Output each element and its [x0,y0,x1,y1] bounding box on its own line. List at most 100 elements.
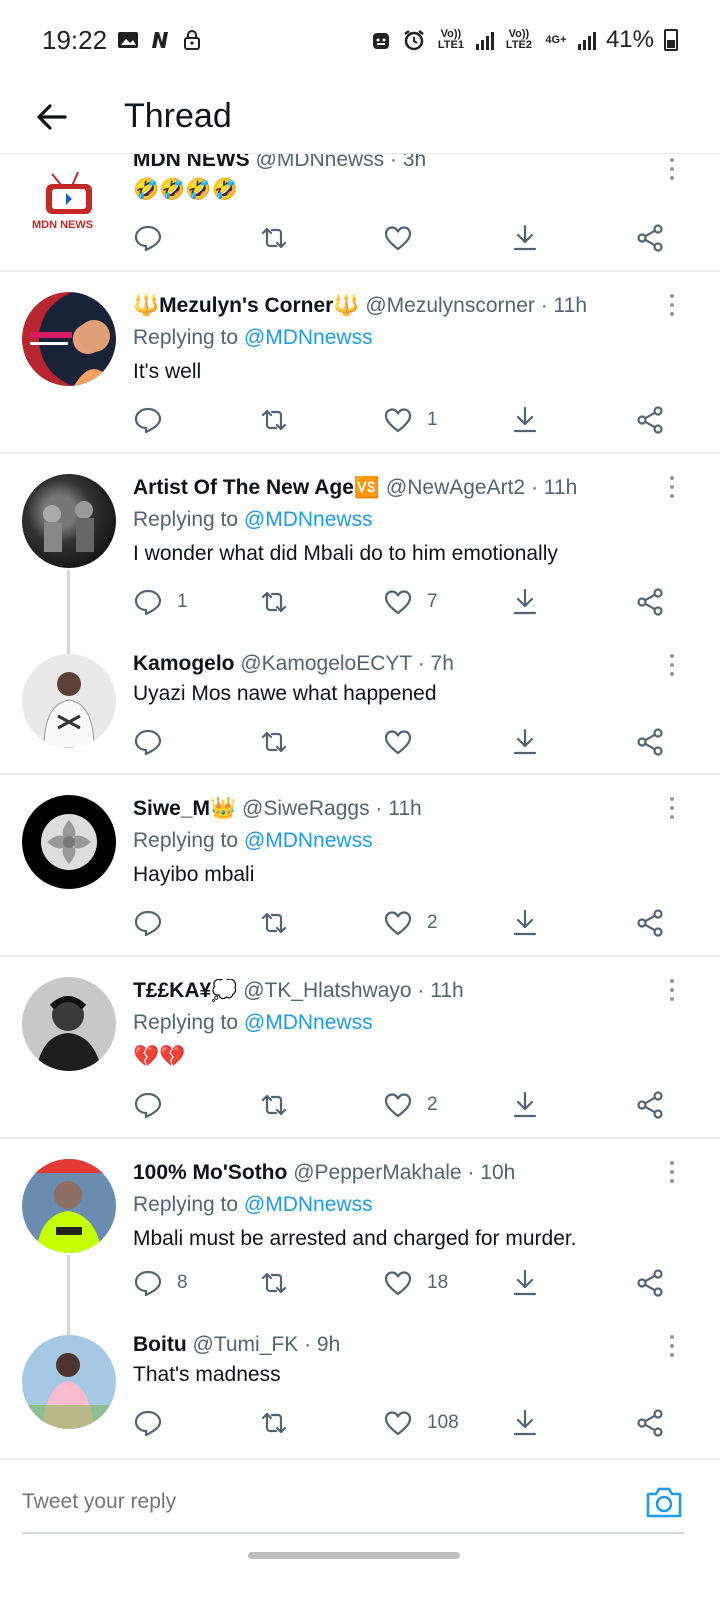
share-button[interactable] [635,400,665,440]
avatar[interactable] [22,977,116,1071]
download-button[interactable] [510,582,540,622]
download-button[interactable] [510,1403,540,1443]
status-right: Vo)) LTE1 Vo)) LTE2 4G+ 41% [370,26,678,54]
more-options-icon[interactable] [668,476,676,498]
reply-button[interactable] [133,722,177,762]
more-options-icon[interactable] [668,158,676,180]
like-button[interactable]: 7 [383,582,438,622]
share-button[interactable] [635,582,665,622]
mention-link[interactable]: @MDNnewss [244,508,373,531]
share-button[interactable] [635,1263,665,1303]
retweet-button[interactable] [259,1403,289,1443]
share-button[interactable] [635,722,665,762]
reply-button[interactable]: 1 [133,582,188,622]
like-count: 108 [427,1412,459,1433]
comment-icon [134,1092,162,1119]
display-name[interactable]: MDN NEWS [133,154,250,171]
retweet-button[interactable] [259,1263,289,1303]
retweet-icon [261,591,287,613]
back-button[interactable] [22,87,82,147]
avatar[interactable] [22,654,116,748]
mention-link[interactable]: @MDNnewss [244,829,373,852]
retweet-button[interactable] [259,218,289,258]
download-button[interactable] [510,1263,540,1303]
tweet-kamogelo[interactable]: Kamogelo @KamogeloECYT · 7h Uyazi Mos na… [0,634,720,775]
more-options-icon[interactable] [668,654,676,676]
share-button[interactable] [635,218,665,258]
handle[interactable]: @MDNnewss [256,154,385,171]
tweet-actions: 108 [133,1403,673,1443]
download-button[interactable] [510,400,540,440]
tweet-text: It's well [133,360,202,383]
like-button[interactable]: 2 [383,903,438,943]
download-button[interactable] [510,218,540,258]
retweet-button[interactable] [259,1085,289,1125]
tweet-siwe-m[interactable]: Siwe_M👑 @SiweRaggs · 11h Replying to @MD… [0,775,720,957]
mention-link[interactable]: @MDNnewss [244,1193,373,1216]
avatar[interactable] [22,795,116,889]
retweet-button[interactable] [259,400,289,440]
more-options-icon[interactable] [668,979,676,1001]
tweet-boitu[interactable]: Boitu @Tumi_FK · 9h That's madness 108 [0,1317,720,1454]
like-button[interactable]: 2 [383,1085,438,1125]
share-button[interactable] [635,1085,665,1125]
handle[interactable]: @Mezulynscorner [365,294,535,317]
retweet-button[interactable] [259,903,289,943]
reply-button[interactable] [133,1403,177,1443]
avatar[interactable]: MDN NEWS [22,160,116,254]
retweet-button[interactable] [259,722,289,762]
like-button[interactable] [383,218,427,258]
download-button[interactable] [510,1085,540,1125]
avatar[interactable] [22,292,116,386]
like-button[interactable]: 1 [383,400,438,440]
mention-link[interactable]: @MDNnewss [244,1011,373,1034]
tweet-mo-sotho[interactable]: 100% Mo'Sotho @PepperMakhale · 10h Reply… [0,1139,720,1335]
display-name[interactable]: T££KA¥💭 [133,979,237,1002]
camera-button[interactable] [644,1484,684,1520]
reply-button[interactable] [133,903,177,943]
tweet-mezulyns-corner[interactable]: 🔱Mezulyn's Corner🔱 @Mezulynscorner · 11h… [0,272,720,454]
display-name[interactable]: Artist Of The New Age🆚 [133,476,380,499]
display-name[interactable]: Siwe_M👑 [133,797,236,820]
download-icon [513,224,537,251]
netflix-n-icon [152,32,169,48]
tweet-tk-hlatshwayo[interactable]: T££KA¥💭 @TK_Hlatshwayo · 11h Replying to… [0,957,720,1139]
download-button[interactable] [510,903,540,943]
handle[interactable]: @TK_Hlatshwayo [243,979,411,1002]
replying-prefix: Replying to [133,508,239,531]
home-indicator[interactable] [248,1552,460,1559]
like-button[interactable]: 108 [383,1403,459,1443]
more-options-icon[interactable] [668,797,676,819]
more-options-icon[interactable] [668,294,676,316]
avatar[interactable] [22,1159,116,1253]
handle[interactable]: @NewAgeArt2 [386,476,525,499]
like-button[interactable] [383,722,427,762]
handle[interactable]: @KamogeloECYT [240,652,412,675]
reply-button[interactable]: 8 [133,1263,188,1303]
display-name[interactable]: 🔱Mezulyn's Corner🔱 [133,294,360,317]
handle[interactable]: @Tumi_FK [193,1333,299,1356]
download-button[interactable] [510,722,540,762]
reply-button[interactable] [133,1085,177,1125]
handle[interactable]: @SiweRaggs [242,797,370,820]
share-button[interactable] [635,903,665,943]
like-button[interactable]: 18 [383,1263,448,1303]
more-options-icon[interactable] [668,1335,676,1357]
thread-feed[interactable]: MDN NEWS MDN NEWS @MDNnewss · 3h 🤣🤣🤣🤣 🔱M… [0,154,720,1454]
display-name[interactable]: 100% Mo'Sotho [133,1161,287,1184]
avatar[interactable] [22,474,116,568]
display-name[interactable]: Kamogelo [133,652,235,675]
tweet-reply-input[interactable] [22,1480,582,1524]
tweet-mdn-news[interactable]: MDN NEWS MDN NEWS @MDNnewss · 3h 🤣🤣🤣🤣 [0,154,720,272]
download-icon [513,406,537,433]
display-name[interactable]: Boitu [133,1333,187,1356]
avatar[interactable] [22,1335,116,1429]
mention-link[interactable]: @MDNnewss [244,326,373,349]
handle[interactable]: @PepperMakhale [293,1161,461,1184]
share-button[interactable] [635,1403,665,1443]
reply-button[interactable] [133,218,177,258]
more-options-icon[interactable] [668,1161,676,1183]
reply-button[interactable] [133,400,177,440]
tweet-artist-new-age[interactable]: Artist Of The New Age🆚 @NewAgeArt2 · 11h… [0,454,720,654]
retweet-button[interactable] [259,582,289,622]
